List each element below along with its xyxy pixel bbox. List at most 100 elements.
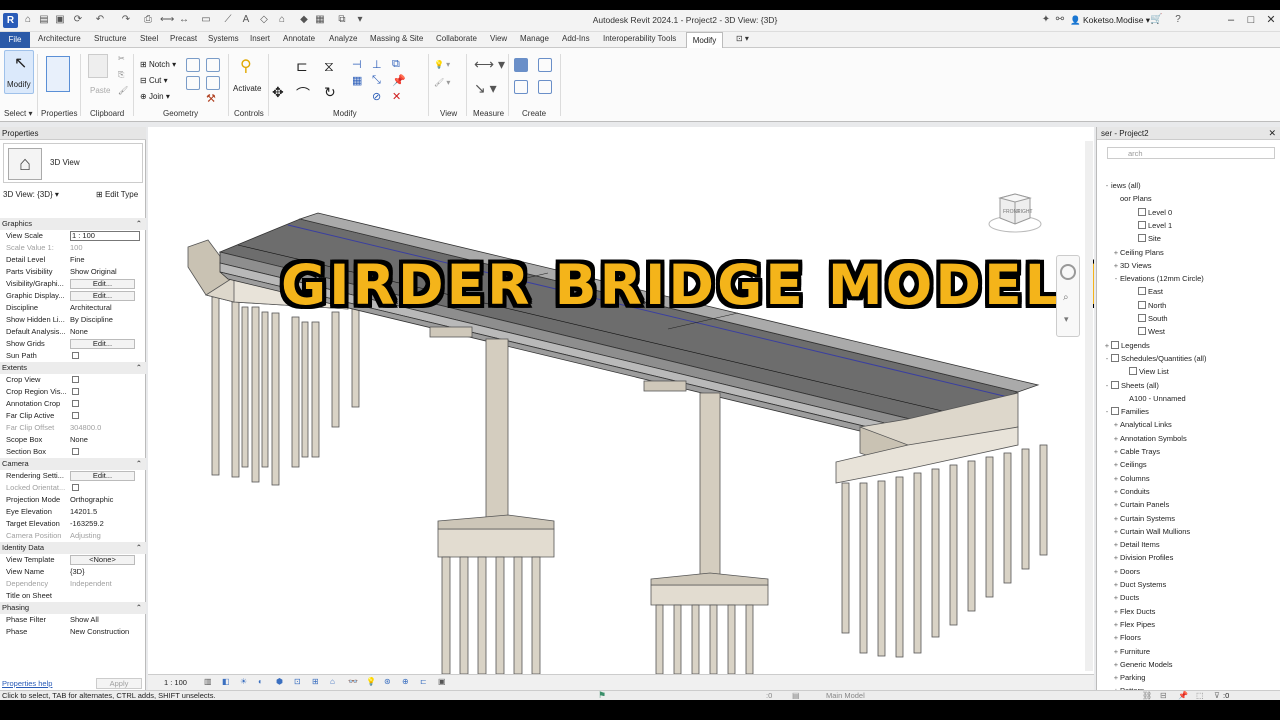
prop-parts-visibility[interactable]: Parts Visibility Show Original (0, 266, 146, 278)
browser-node[interactable]: + Detail Items (1112, 539, 1160, 551)
rotate-icon[interactable]: ↻ (324, 84, 336, 101)
select-by-face-icon[interactable]: ⬚ (1196, 691, 1204, 700)
measure-tool-icon[interactable]: ⟷ ▾ (474, 56, 505, 73)
browser-node[interactable]: - Sheets (all) (1103, 380, 1159, 392)
browser-node[interactable]: + Columns (1112, 473, 1150, 485)
expand-icon[interactable]: + (1112, 632, 1120, 644)
undo-icon[interactable]: ↶ (94, 14, 106, 26)
print-icon[interactable]: ⎙ (142, 14, 154, 26)
browser-node[interactable]: Site (1130, 233, 1161, 245)
browser-node[interactable]: + Furniture (1112, 646, 1150, 658)
browser-node[interactable]: + Curtain Wall Mullions (1112, 526, 1190, 538)
measure-icon[interactable]: ⟷ (160, 14, 174, 26)
paint-icon[interactable] (186, 76, 200, 90)
lock-3d-icon[interactable]: ⌂ (330, 677, 335, 686)
tab-addins[interactable]: Add-Ins (562, 34, 590, 43)
collapse-icon[interactable]: - (1103, 380, 1111, 392)
prop-target-elevation[interactable]: Target Elevation -163259.2 (0, 518, 146, 530)
browser-node[interactable]: - iews (all) (1103, 180, 1141, 192)
worksharing-icon[interactable]: ⊛ (384, 677, 391, 686)
browser-node[interactable]: + Flex Pipes (1112, 619, 1155, 631)
render-icon[interactable]: ⬢ (276, 677, 283, 686)
temp-hide-icon[interactable]: 👓 (348, 677, 358, 686)
dimension-icon[interactable]: ↔ (178, 14, 190, 26)
sun-path-checkbox[interactable] (72, 352, 79, 359)
open-icon[interactable]: ▤ (38, 14, 50, 26)
select-pinned-icon[interactable]: 📌 (1178, 691, 1188, 700)
create-assembly-icon[interactable] (514, 58, 528, 72)
constraints-icon[interactable]: ⊏ (420, 677, 427, 686)
array-icon[interactable]: ▦ (352, 74, 362, 87)
crop-region-checkbox[interactable] (72, 388, 79, 395)
create-group-icon[interactable] (514, 80, 528, 94)
expand-icon[interactable]: + (1112, 419, 1120, 431)
modify-tool-button[interactable]: ↖ Modify (4, 50, 34, 94)
browser-node[interactable]: + Division Profiles (1112, 552, 1174, 564)
tab-manage[interactable]: Manage (520, 34, 549, 43)
browser-node[interactable]: + Analytical Links (1112, 419, 1172, 431)
browser-search-input[interactable]: arch (1107, 147, 1275, 159)
text-icon[interactable]: A (240, 14, 252, 26)
browser-node[interactable]: South (1130, 313, 1168, 325)
browser-node[interactable]: West (1130, 326, 1165, 338)
user-menu[interactable]: 👤 Koketso.Modise ▾ (1070, 15, 1150, 26)
prop-scope-box[interactable]: Scope Box None (0, 434, 146, 446)
prop-view-scale[interactable]: View Scale 1 : 100 (0, 230, 146, 242)
show-grids-edit-button[interactable]: Edit... (70, 339, 135, 349)
rendering-edit-button[interactable]: Edit... (70, 471, 135, 481)
properties-icon[interactable] (46, 56, 70, 92)
browser-node[interactable]: + Ducts (1112, 592, 1139, 604)
maximize-button[interactable]: □ (1244, 12, 1258, 28)
expand-icon[interactable]: + (1112, 672, 1120, 684)
browser-node[interactable]: - Elevations (12mm Circle) (1112, 273, 1204, 285)
move-icon[interactable]: ✥ (272, 84, 284, 101)
tab-view[interactable]: View (490, 34, 507, 43)
tab-architecture[interactable]: Architecture (38, 34, 81, 43)
group-extents[interactable]: Extents ⌃ (0, 362, 146, 374)
align-tool-icon[interactable]: ⊏ (296, 58, 308, 75)
tab-collaborate[interactable]: Collaborate (436, 34, 477, 43)
sync-icon[interactable]: ⟳ (72, 14, 84, 26)
browser-node[interactable]: + Curtain Systems (1112, 513, 1175, 525)
wall-joins-icon[interactable] (186, 58, 200, 72)
expand-icon[interactable]: + (1112, 606, 1120, 618)
editable-only-icon[interactable]: ▤ (792, 691, 800, 700)
view-scale-input[interactable]: 1 : 100 (70, 231, 140, 241)
browser-node[interactable]: oor Plans (1112, 193, 1152, 205)
hammer-icon[interactable]: ⚒ (206, 92, 220, 106)
expand-icon[interactable]: + (1112, 579, 1120, 591)
expand-icon[interactable]: + (1103, 340, 1111, 352)
browser-node[interactable]: + Cable Trays (1112, 446, 1160, 458)
override-icon[interactable]: 🖌 ▾ (434, 78, 450, 87)
prop-phase-filter[interactable]: Phase Filter Show All (0, 614, 146, 626)
browser-node[interactable]: A100 - Unnamed (1121, 393, 1186, 405)
detail-level-icon[interactable]: ▥ (204, 677, 212, 686)
zoom-icon[interactable]: ⌕ (1063, 292, 1069, 303)
section-icon[interactable]: ◇ (258, 14, 270, 26)
view-template-button[interactable]: <None> (70, 555, 135, 565)
design-options-icon[interactable]: ⚑ (598, 690, 606, 700)
browser-node[interactable]: + Floors (1112, 632, 1141, 644)
tag-icon[interactable]: ▭ (200, 14, 212, 26)
prop-eye-elevation[interactable]: Eye Elevation 14201.5 (0, 506, 146, 518)
section-box-checkbox[interactable] (72, 448, 79, 455)
prop-projection-mode[interactable]: Projection Mode Orthographic (0, 494, 146, 506)
crop-icon[interactable]: ⊡ (294, 677, 301, 686)
expand-icon[interactable]: + (1112, 433, 1120, 445)
activate-icon[interactable]: ⚲ (240, 56, 252, 76)
prop-detail-level[interactable]: Detail Level Fine (0, 254, 146, 266)
select-links-icon[interactable]: ⛓ (1142, 691, 1152, 700)
crop-view-checkbox[interactable] (72, 376, 79, 383)
expand-icon[interactable]: + (1112, 592, 1120, 604)
expand-icon[interactable]: + (1112, 499, 1120, 511)
save-icon[interactable]: ▣ (54, 14, 66, 26)
browser-node[interactable]: + Generic Models (1112, 659, 1173, 671)
notch-button[interactable]: ⊞ Notch ▾ (140, 60, 176, 69)
browser-node[interactable]: + Legends (1103, 340, 1150, 352)
match-type-icon[interactable]: 🖌 (118, 86, 128, 95)
active-model-selector[interactable]: Main Model (826, 691, 865, 700)
tab-interoperability[interactable]: Interoperability Tools (603, 34, 676, 43)
expand-icon[interactable]: + (1112, 539, 1120, 551)
edit-type-button[interactable]: ⊞ Edit Type (96, 190, 138, 199)
tab-systems[interactable]: Systems (208, 34, 239, 43)
